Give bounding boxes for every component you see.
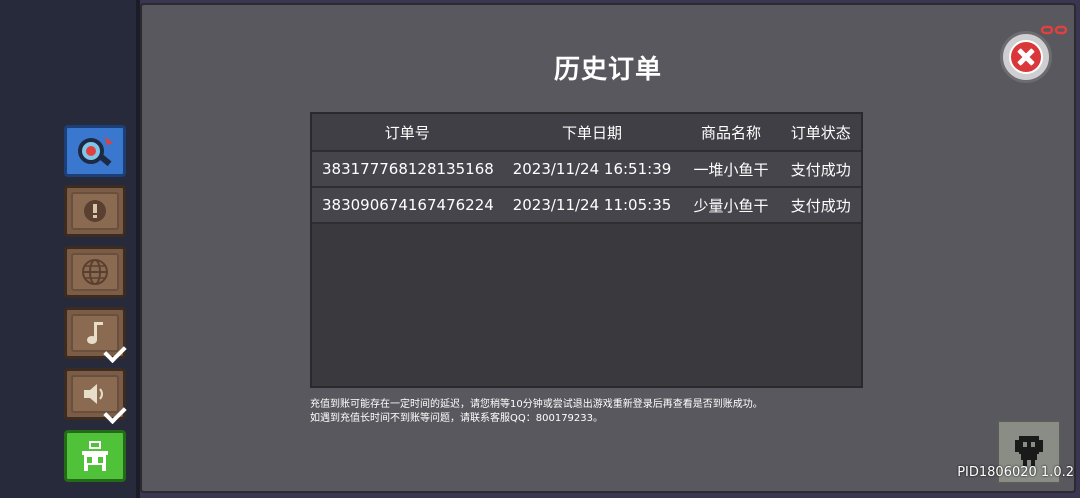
link-badge-icon [1040,25,1068,35]
close-icon [1009,40,1043,74]
table-header: 订单号 下单日期 商品名称 订单状态 [312,114,861,152]
recharge-notice: 充值到账可能存在一定时间的延迟，请您稍等10分钟或尝试退出游戏重新登录后再查看是… [310,398,763,426]
cell-date: 2023/11/24 16:51:39 [512,160,672,178]
header-product: 商品名称 [700,123,761,142]
dialog-title: 历史订单 [553,55,662,85]
shop-icon [82,441,108,471]
magnifier-icon [78,137,113,167]
notice-line-1: 充值到账可能存在一定时间的延迟，请您稍等10分钟或尝试退出游戏重新登录后再查看是… [310,399,763,410]
cell-status: 支付成功 [790,160,851,179]
cell-date: 2023/11/24 11:05:35 [512,196,672,214]
cell-order-id: 383090674167476224 [322,196,494,214]
search-button[interactable] [64,125,126,177]
exclamation-icon [84,200,106,222]
shop-button[interactable] [64,430,126,482]
cell-status: 支付成功 [790,196,851,215]
close-button[interactable] [1000,31,1052,83]
cell-product: 一堆小鱼干 [693,160,769,179]
order-history-dialog: 历史订单 订单号 下单日期 商品名称 订单状态 3831777681281351… [140,3,1076,493]
cell-product: 少量小鱼干 [693,196,769,215]
table-row: 383177768128135168 2023/11/24 16:51:39 一… [312,152,861,188]
speaker-icon [84,384,103,404]
table-row: 383090674167476224 2023/11/24 11:05:35 少… [312,188,861,224]
language-button[interactable] [64,246,126,298]
header-status: 订单状态 [790,123,851,142]
sound-toggle[interactable] [64,368,127,425]
version-label: PID1806020 1.0.2 [957,465,1074,480]
cell-order-id: 383177768128135168 [322,160,494,178]
globe-icon [82,259,108,285]
header-order-id: 订单号 [384,123,430,142]
music-note-icon [87,322,103,344]
notice-button[interactable] [64,185,126,237]
notice-line-2: 如遇到充值长时间不到账等问题，请联系客服QQ：800179233。 [310,413,604,424]
header-date: 下单日期 [561,123,622,142]
order-table: 订单号 下单日期 商品名称 订单状态 383177768128135168 20… [310,112,863,388]
music-toggle[interactable] [64,307,127,364]
